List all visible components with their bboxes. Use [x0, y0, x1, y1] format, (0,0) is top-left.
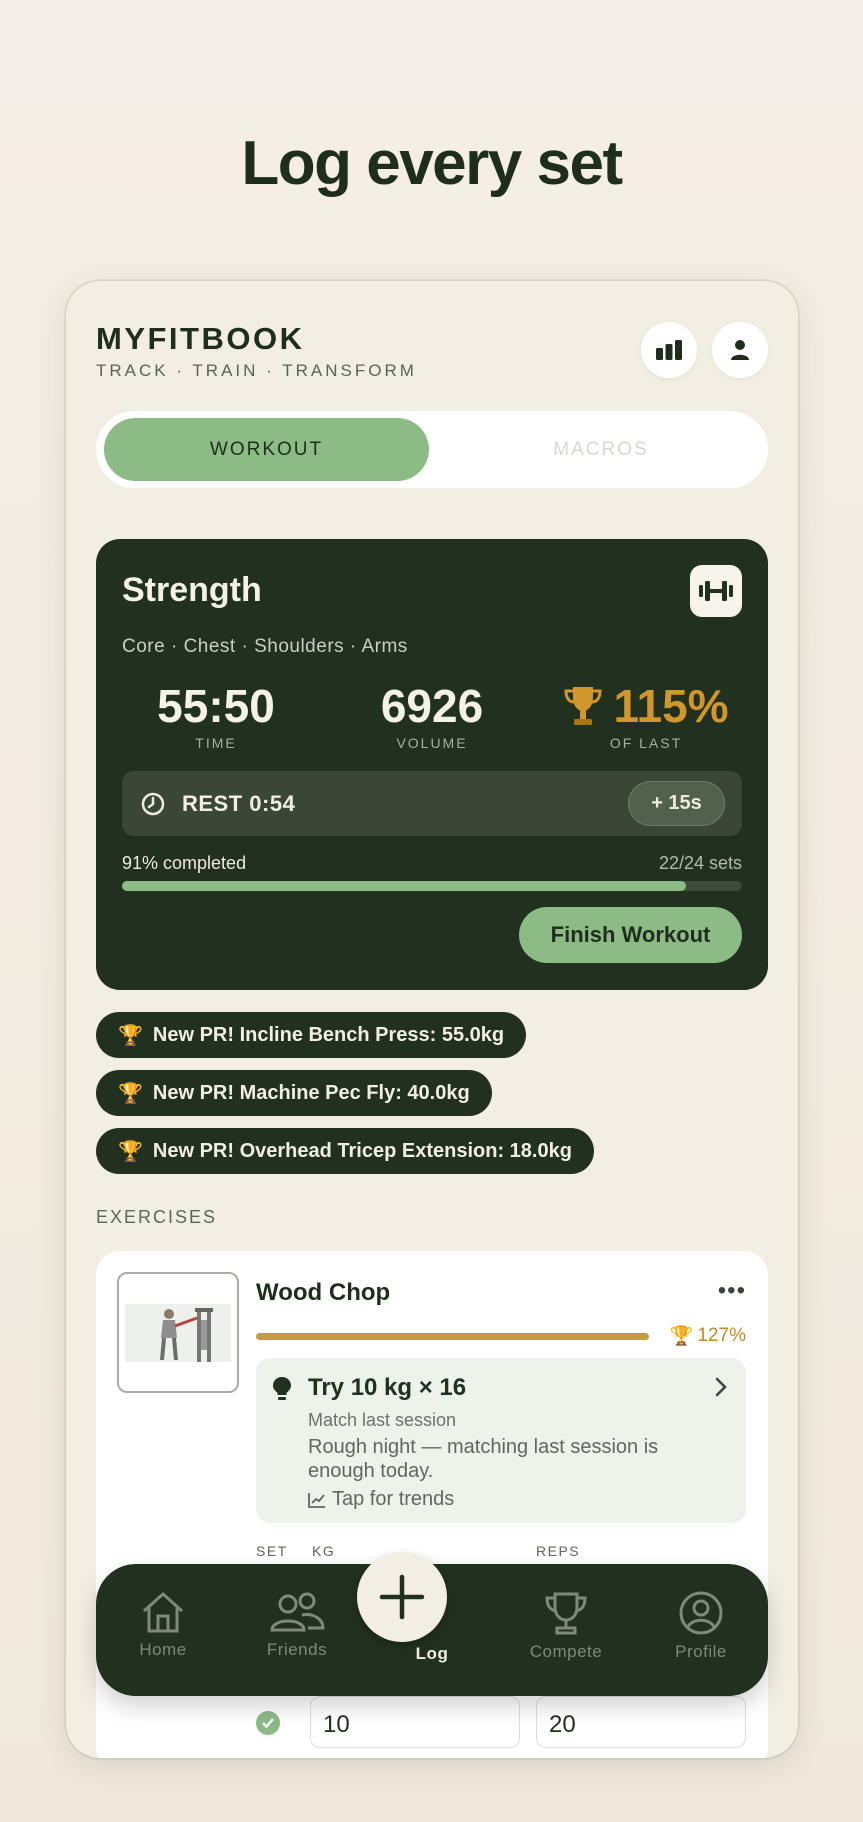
- nav-label: Profile: [675, 1642, 727, 1661]
- suggestion-title: Try 10 kg × 16: [308, 1374, 467, 1401]
- trophy-icon: 🏆: [118, 1024, 143, 1047]
- home-icon: [142, 1592, 184, 1633]
- exercise-illustration: [125, 1304, 231, 1362]
- pr-badge: 🏆 New PR! Incline Bench Press: 55.0kg: [96, 1012, 527, 1058]
- stat-time: 55:50 TIME: [116, 679, 316, 751]
- suggestion-body: Rough night — matching last session is e…: [308, 1436, 659, 1482]
- nav-friends[interactable]: Friends: [242, 1590, 352, 1660]
- stat-value: 6926: [380, 680, 484, 732]
- pr-badge: 🏆 New PR! Machine Pec Fly: 40.0kg: [96, 1070, 492, 1116]
- stat-label: OF LAST: [609, 735, 683, 751]
- log-plus-button[interactable]: [357, 1552, 447, 1642]
- column-header-reps: REPS: [536, 1543, 581, 1559]
- pr-text: New PR! Machine Pec Fly: 40.0kg: [152, 1081, 470, 1104]
- add-rest-button[interactable]: + 15s: [628, 781, 725, 826]
- stat-value: 115%: [613, 680, 729, 732]
- workout-card: Strength Core · Chest · Shoulders · Arms…: [96, 539, 768, 990]
- user-icon: [731, 340, 749, 360]
- rest-label: REST 0:54: [182, 791, 296, 816]
- nav-label: Compete: [529, 1642, 603, 1661]
- workout-muscles: Core · Chest · Shoulders · Arms: [122, 636, 408, 657]
- stats-button[interactable]: [641, 322, 697, 378]
- pr-text: New PR! Overhead Tricep Extension: 18.0k…: [152, 1139, 572, 1162]
- dumbbell-icon: [690, 565, 742, 617]
- lightbulb-icon: [273, 1377, 291, 1400]
- stat-value: 55:50: [157, 680, 275, 732]
- nav-compete[interactable]: Compete: [511, 1590, 621, 1662]
- stat-label: VOLUME: [396, 735, 468, 751]
- profile-icon: [679, 1591, 723, 1635]
- stat-volume: 6926 VOLUME: [332, 679, 532, 751]
- exercise-percent: 🏆 127%: [670, 1324, 746, 1348]
- friends-icon: [270, 1592, 325, 1632]
- account-button[interactable]: [712, 322, 768, 378]
- nav-label: Friends: [266, 1640, 328, 1659]
- trophy-icon: [545, 1592, 587, 1635]
- stat-label: TIME: [195, 735, 237, 751]
- trophy-icon: 🏆: [118, 1082, 143, 1105]
- bar-chart-icon: [656, 340, 682, 360]
- progress-bar-fill: [122, 881, 687, 891]
- brand: MYFITBOOK TRACK · TRAIN · TRANSFORM: [96, 321, 417, 381]
- tab-macros[interactable]: MACROS: [441, 418, 761, 481]
- workout-title: Strength: [122, 571, 262, 609]
- section-label-exercises: EXERCISES: [96, 1207, 218, 1227]
- rest-timer: REST 0:54 + 15s: [122, 771, 742, 836]
- mode-switch: WORKOUT MACROS: [96, 411, 768, 488]
- stat-of-last: 115% OF LAST: [546, 679, 746, 751]
- exercise-thumbnail[interactable]: [117, 1272, 239, 1393]
- page-headline: Log every set: [241, 129, 623, 198]
- pr-text: New PR! Incline Bench Press: 55.0kg: [152, 1023, 505, 1046]
- trophy-icon: 🏆: [118, 1140, 143, 1163]
- app-tagline: TRACK · TRAIN · TRANSFORM: [96, 361, 417, 380]
- timer-icon: [141, 792, 165, 816]
- column-header-kg: KG: [312, 1543, 336, 1559]
- sets-count: 22/24 sets: [658, 853, 742, 873]
- more-options-icon[interactable]: •••: [718, 1277, 746, 1305]
- suggestion-subtitle: Match last session: [308, 1410, 457, 1430]
- nav-label: Home: [139, 1640, 187, 1659]
- tab-workout[interactable]: WORKOUT: [104, 418, 429, 481]
- phone-screen: MYFITBOOK TRACK · TRAIN · TRANSFORM WORK…: [66, 281, 798, 1758]
- trophy-icon: 🏆: [669, 1326, 694, 1347]
- column-header-set: SET: [256, 1543, 288, 1559]
- kg-input[interactable]: 10: [310, 1696, 520, 1748]
- trends-link[interactable]: Tap for trends: [308, 1488, 454, 1511]
- exercise-name: Wood Chop: [256, 1279, 391, 1306]
- suggestion-card[interactable]: Try 10 kg × 16 Match last session Rough …: [256, 1358, 746, 1523]
- nav-log[interactable]: Log: [377, 1644, 487, 1664]
- nav-label: Log: [415, 1644, 449, 1663]
- pr-badge: 🏆 New PR! Overhead Tricep Extension: 18.…: [96, 1128, 594, 1174]
- exercise-percent-value: 127%: [697, 1325, 746, 1346]
- trend-chart-icon: [308, 1492, 325, 1508]
- progress-text: 91% completed: [122, 853, 247, 873]
- exercise-progress-bar: [256, 1333, 649, 1340]
- nav-profile[interactable]: Profile: [646, 1590, 756, 1662]
- set-complete-check-icon[interactable]: [256, 1711, 280, 1735]
- trends-label: Tap for trends: [332, 1488, 455, 1510]
- app-name: MYFITBOOK: [96, 321, 305, 356]
- reps-input[interactable]: 20: [536, 1696, 746, 1748]
- plus-icon: [379, 1574, 425, 1620]
- nav-home[interactable]: Home: [108, 1590, 218, 1660]
- trophy-icon: [564, 687, 602, 725]
- progress-bar: [122, 881, 742, 891]
- chevron-right-icon: [715, 1377, 727, 1397]
- finish-workout-button[interactable]: Finish Workout: [519, 907, 742, 963]
